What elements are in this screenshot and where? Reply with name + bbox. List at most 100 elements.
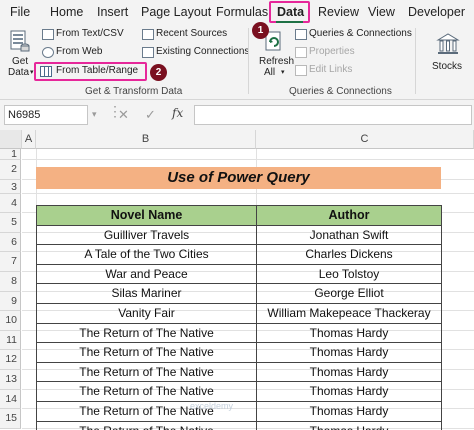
from-web-button[interactable]: From Web: [40, 46, 140, 60]
properties-icon: [295, 47, 307, 58]
column-header-c[interactable]: C: [256, 130, 474, 149]
column-header-b[interactable]: B: [36, 130, 256, 149]
tab-insert[interactable]: Insert: [97, 5, 128, 19]
row-header[interactable]: 14: [0, 389, 21, 410]
novel-name-cell[interactable]: The Return of The Native: [36, 361, 256, 382]
insert-function-button[interactable]: fx: [172, 106, 183, 120]
tab-formulas[interactable]: Formulas: [216, 5, 268, 19]
globe-icon: [42, 47, 54, 58]
row-gridline: [22, 192, 474, 194]
queries-group-label: Queries & Connections: [289, 86, 392, 97]
row-header[interactable]: 4: [0, 193, 21, 214]
table-right-border: [441, 205, 442, 430]
row-header[interactable]: 12: [0, 350, 21, 370]
data-tab-highlight: [269, 1, 310, 23]
novel-name-cell[interactable]: Silas Mariner: [36, 283, 256, 303]
cancel-icon[interactable]: ✕: [118, 107, 129, 123]
stocks-button[interactable]: Stocks: [430, 26, 474, 82]
author-cell[interactable]: Jonathan Swift: [256, 224, 441, 245]
row-header[interactable]: 15: [0, 409, 21, 429]
novel-name-cell[interactable]: Guilliver Travels: [36, 224, 256, 245]
get-data-button[interactable]: Get Data ▾: [4, 26, 34, 82]
bank-icon: [436, 33, 460, 54]
novel-name-cell[interactable]: A Tale of the Two Cities: [36, 244, 256, 264]
author-cell[interactable]: Leo Tolstoy: [256, 263, 441, 284]
header-author[interactable]: Author: [256, 205, 441, 225]
row-header[interactable]: 9: [0, 291, 21, 312]
novel-name-cell[interactable]: The Return of The Native: [36, 420, 256, 430]
novel-name-cell[interactable]: The Return of The Native: [36, 381, 256, 401]
novel-name-cell[interactable]: Vanity Fair: [36, 303, 256, 323]
ribbon-data: Get Data ▾ From Text/CSV From Web From T…: [0, 22, 474, 100]
novel-name-cell[interactable]: War and Peace: [36, 263, 256, 284]
author-cell[interactable]: William Makepeace Thackeray: [256, 303, 441, 323]
row-header[interactable]: 5: [0, 213, 21, 233]
stocks-label: Stocks: [432, 61, 463, 72]
properties-button[interactable]: Properties: [293, 46, 373, 60]
author-cell[interactable]: Thomas Hardy: [256, 342, 441, 362]
row-header[interactable]: 6: [0, 232, 21, 253]
tab-review[interactable]: Review: [318, 5, 359, 19]
step-badge-2: 2: [150, 64, 167, 81]
edit-links-button[interactable]: Edit Links: [293, 64, 373, 78]
properties-label: Properties: [309, 46, 355, 57]
get-data-label-1: Get: [12, 56, 29, 67]
recent-sources-icon: [142, 29, 154, 40]
watermark-logo: exceldemy: [190, 401, 234, 411]
header-novel-name[interactable]: Novel Name: [36, 205, 256, 225]
ribbon-separator: [248, 28, 249, 94]
active-tab-underline: [276, 21, 303, 23]
author-cell[interactable]: Charles Dickens: [256, 244, 441, 264]
novel-name-cell[interactable]: The Return of The Native: [36, 342, 256, 362]
text-file-icon: [42, 29, 54, 40]
tab-file[interactable]: File: [10, 5, 30, 19]
get-transform-group-label: Get & Transform Data: [85, 86, 183, 97]
author-cell[interactable]: George Elliot: [256, 283, 441, 303]
from-web-label: From Web: [56, 46, 103, 57]
chevron-down-icon: ▾: [30, 69, 34, 76]
name-box[interactable]: N6985: [4, 105, 88, 125]
get-data-label-2: Data: [8, 67, 30, 78]
row-header[interactable]: 11: [0, 330, 21, 351]
existing-connections-button[interactable]: Existing Connections: [140, 46, 250, 60]
edit-links-icon: [295, 65, 307, 76]
author-cell[interactable]: Thomas Hardy: [256, 401, 441, 421]
from-text-csv-button[interactable]: From Text/CSV: [40, 28, 140, 42]
enter-icon[interactable]: ✓: [145, 107, 156, 123]
novel-name-cell[interactable]: The Return of The Native: [36, 322, 256, 343]
author-cell[interactable]: Thomas Hardy: [256, 322, 441, 343]
from-text-csv-label: From Text/CSV: [56, 28, 124, 39]
tab-developer[interactable]: Developer: [408, 5, 465, 19]
row-gridline: [22, 159, 474, 160]
from-table-range-highlight: [34, 62, 147, 81]
author-cell[interactable]: Thomas Hardy: [256, 381, 441, 401]
row-header[interactable]: 8: [0, 272, 21, 292]
tab-page-layout[interactable]: Page Layout: [141, 5, 211, 19]
author-cell[interactable]: Thomas Hardy: [256, 420, 441, 430]
column-header-a[interactable]: A: [22, 130, 36, 149]
tab-home[interactable]: Home: [50, 5, 83, 19]
row-header[interactable]: 1: [0, 149, 21, 160]
formula-input[interactable]: [194, 105, 472, 125]
edit-links-label: Edit Links: [309, 64, 353, 75]
name-box-dropdown-icon[interactable]: ▾: [92, 109, 97, 120]
queries-connections-button[interactable]: Queries & Connections: [293, 28, 412, 42]
refresh-label-1: Refresh: [259, 56, 295, 67]
recent-sources-button[interactable]: Recent Sources: [140, 28, 245, 42]
tab-view[interactable]: View: [368, 5, 395, 19]
row-header[interactable]: 10: [0, 311, 21, 331]
row-header[interactable]: 3: [0, 179, 21, 194]
queries-icon: [295, 29, 307, 40]
database-icon: [10, 30, 30, 52]
row-header[interactable]: 13: [0, 370, 21, 390]
author-cell[interactable]: Thomas Hardy: [256, 361, 441, 382]
worksheet-grid: A B C 1 2 3 4 5 6 7 8 9 10 11 12 13 14 15 Use of Power…: [0, 130, 474, 430]
sheet-title[interactable]: Use of Power Query: [36, 167, 441, 189]
queries-connections-label: Queries & Connections: [309, 28, 412, 39]
row-header[interactable]: 7: [0, 252, 21, 272]
row-header[interactable]: 2: [0, 160, 21, 180]
ribbon-tabs: File Home Insert Page Layout Formulas Da…: [0, 0, 474, 24]
select-all-corner[interactable]: [0, 130, 22, 149]
formula-bar: N6985 ▾ ⋮ ✕ ✓ fx: [0, 100, 474, 130]
ribbon-separator: [415, 28, 416, 94]
